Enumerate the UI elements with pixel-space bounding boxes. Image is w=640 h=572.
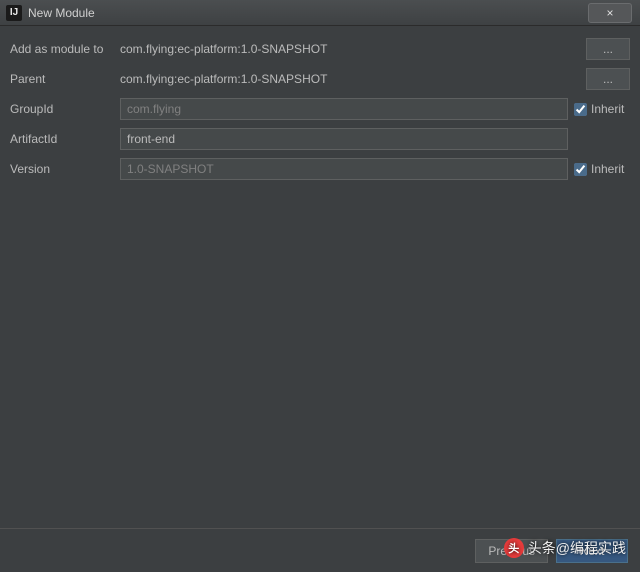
parent-value: com.flying:ec-platform:1.0-SNAPSHOT [120, 72, 580, 86]
row-groupid: GroupId Inherit [10, 98, 630, 120]
row-version: Version Inherit [10, 158, 630, 180]
groupid-inherit-checkbox[interactable] [574, 103, 587, 116]
version-inherit-label: Inherit [591, 162, 624, 176]
parent-browse-button[interactable]: ... [586, 68, 630, 90]
version-input[interactable] [120, 158, 568, 180]
add-as-module-value: com.flying:ec-platform:1.0-SNAPSHOT [120, 42, 580, 56]
version-inherit[interactable]: Inherit [574, 162, 630, 176]
add-as-module-label: Add as module to [10, 42, 120, 56]
close-icon: × [606, 6, 613, 20]
groupid-inherit-label: Inherit [591, 102, 624, 116]
groupid-input[interactable] [120, 98, 568, 120]
parent-label: Parent [10, 72, 120, 86]
groupid-label: GroupId [10, 102, 120, 116]
next-button[interactable]: Next [556, 539, 628, 563]
artifactid-input[interactable] [120, 128, 568, 150]
footer-bar: Previous Next [0, 528, 640, 572]
row-parent: Parent com.flying:ec-platform:1.0-SNAPSH… [10, 68, 630, 90]
row-add-as-module: Add as module to com.flying:ec-platform:… [10, 38, 630, 60]
app-icon: IJ [6, 5, 22, 21]
version-inherit-checkbox[interactable] [574, 163, 587, 176]
artifactid-label: ArtifactId [10, 132, 120, 146]
version-label: Version [10, 162, 120, 176]
add-as-module-browse-button[interactable]: ... [586, 38, 630, 60]
window-title: New Module [28, 6, 95, 20]
close-button[interactable]: × [588, 3, 632, 23]
title-bar: IJ New Module × [0, 0, 640, 26]
groupid-inherit[interactable]: Inherit [574, 102, 630, 116]
form-content: Add as module to com.flying:ec-platform:… [0, 26, 640, 180]
previous-button[interactable]: Previous [475, 539, 548, 563]
row-artifactid: ArtifactId [10, 128, 630, 150]
